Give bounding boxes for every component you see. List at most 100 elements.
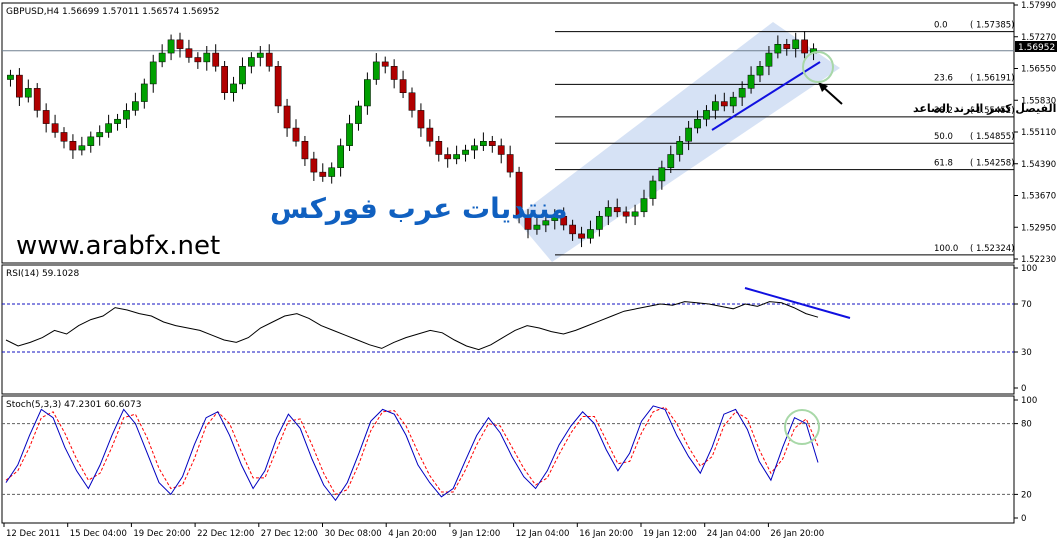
candle-body	[801, 39, 808, 54]
stoch-panel-frame	[1, 395, 1015, 524]
candle-body	[24, 88, 32, 98]
candle-body	[596, 215, 603, 230]
candle-body	[265, 52, 273, 67]
candle-body	[185, 48, 193, 58]
chart-window: 0.0( 1.57385)23.6( 1.56191)38.2( 1.55452…	[1, 1, 1057, 539]
candle-body	[149, 61, 157, 85]
candle-body	[390, 66, 398, 80]
candle-body	[176, 39, 184, 49]
fib-level-label: 50.0	[934, 132, 953, 142]
candle-body	[685, 127, 692, 142]
candle-body	[604, 207, 612, 217]
candle-body	[328, 167, 336, 177]
stochastic-series	[2, 405, 1014, 502]
candle-body	[435, 141, 443, 155]
rsi-tick-label: 0	[1021, 384, 1026, 394]
candle-body	[426, 127, 434, 142]
candle-body	[132, 101, 139, 111]
price-axis: 1.579901.572701.565501.558301.551101.543…	[1014, 1, 1056, 265]
candle-body	[123, 110, 130, 120]
rsi-line	[5, 301, 819, 351]
candle-body	[319, 171, 327, 177]
candle-body	[355, 105, 362, 124]
candle-body	[703, 110, 710, 120]
rsi-panel-frame	[1, 264, 1015, 395]
stochastic-axis: 100 80 20 0	[1014, 396, 1037, 524]
candle-body	[372, 61, 380, 80]
candle-body	[7, 74, 14, 80]
candle-body	[51, 123, 59, 133]
trend-break-annotation: الفيصل كسر الترند الصاعد	[913, 102, 1056, 115]
rsi-panel-header: RSI(14) 59.1028	[6, 269, 79, 279]
candle-body	[78, 145, 86, 151]
candle-body	[738, 88, 746, 98]
candle-body	[69, 141, 77, 151]
candle-body	[16, 74, 23, 98]
candle-body	[167, 39, 175, 54]
rsi-tick-label: 30	[1021, 348, 1032, 358]
price-tick-label: 1.54390	[1021, 160, 1056, 170]
stoch-tick-label: 100	[1021, 396, 1037, 406]
time-tick-label: 30 Dec 08:00	[325, 529, 382, 539]
candle-body	[658, 167, 666, 182]
time-tick-label: 19 Dec 20:00	[133, 529, 190, 539]
price-tick-label: 1.56550	[1021, 65, 1056, 75]
candle-body	[480, 141, 487, 146]
candle-body	[533, 224, 541, 230]
candle-body	[774, 43, 782, 54]
time-axis: 12 Dec 2011 15 Dec 04:00 19 Dec 20:00 22 De…	[3, 523, 824, 539]
candle-body	[462, 149, 469, 155]
time-tick-label: 4 Jan 20:00	[388, 529, 436, 539]
price-tick-label: 1.53670	[1021, 192, 1056, 202]
fib-level-label: 61.8	[934, 159, 953, 169]
candle-body	[453, 154, 460, 160]
price-tick-label: 1.57990	[1021, 1, 1056, 11]
candle-body	[578, 233, 585, 239]
fib-level-label: 23.6	[934, 73, 953, 83]
candle-body	[444, 154, 452, 160]
candle-body	[292, 127, 300, 142]
candle-body	[87, 136, 95, 146]
fib-price-label: ( 1.52324)	[970, 244, 1014, 254]
candle-body	[649, 180, 657, 199]
candle-body	[783, 43, 791, 49]
rsi-series	[2, 287, 1014, 353]
rsi-tick-label: 100	[1021, 264, 1037, 274]
candle-body	[283, 105, 291, 129]
candle-body	[631, 211, 639, 217]
candle-body	[622, 211, 630, 217]
candle-body	[301, 141, 309, 160]
candle-body	[248, 57, 255, 67]
candle-body	[212, 52, 220, 67]
candle-body	[471, 145, 478, 151]
candle-body	[613, 207, 621, 213]
candle-body	[105, 123, 112, 133]
rsi-divergence-line	[744, 287, 851, 319]
price-panel-header: GBPUSD,H4 1.56699 1.57011 1.56574 1.5695…	[6, 7, 219, 17]
price-tick-label: 1.52950	[1021, 223, 1056, 233]
candle-body	[720, 101, 728, 107]
candle-body	[42, 110, 50, 124]
price-tick-label: 1.55110	[1021, 128, 1056, 138]
candle-body	[488, 141, 496, 146]
candle-body	[310, 158, 318, 173]
time-tick-label: 9 Jan 12:00	[452, 529, 500, 539]
time-tick-label: 24 Jan 04:00	[707, 529, 761, 539]
watermark-url: www.arabfx.net	[16, 231, 220, 261]
time-tick-label: 26 Jan 20:00	[770, 529, 824, 539]
fib-level-label: 100.0	[934, 244, 958, 254]
candle-body	[399, 79, 407, 94]
candle-body	[747, 74, 755, 89]
candle-body	[667, 154, 675, 168]
candle-body	[203, 52, 211, 63]
candle-body	[792, 39, 800, 49]
watermark-arabic: منتديات عرب فوركس	[270, 192, 568, 225]
stoch-tick-label: 0	[1021, 514, 1026, 524]
candle-body	[256, 52, 264, 58]
candle-body	[33, 88, 41, 111]
fib-price-label: ( 1.54258)	[970, 159, 1014, 169]
stoch-highlight-circle	[784, 409, 820, 445]
candle-body	[337, 145, 344, 168]
candle-body	[417, 110, 425, 129]
candle-body	[497, 145, 505, 155]
